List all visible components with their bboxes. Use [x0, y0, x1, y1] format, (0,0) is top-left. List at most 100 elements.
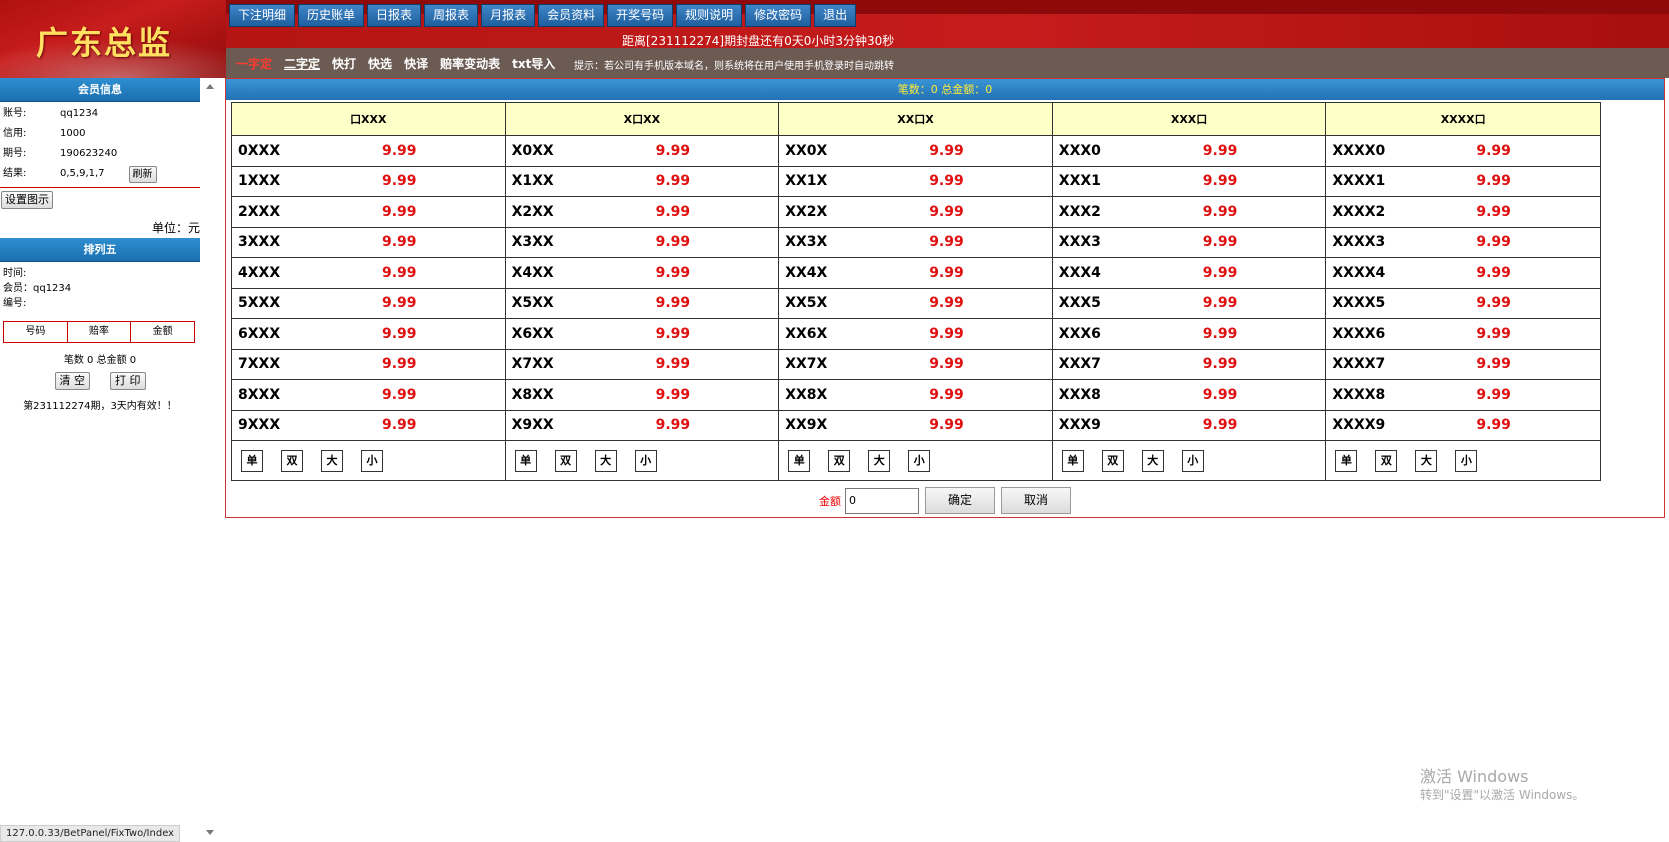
- nav-bet-details[interactable]: 下注明细: [229, 4, 296, 27]
- odds-row[interactable]: XXX9 9.99: [1052, 411, 1326, 441]
- odds-row[interactable]: 4XXX 9.99: [232, 258, 505, 289]
- nav-change-password[interactable]: 修改密码: [745, 4, 812, 27]
- nav-weekly-report[interactable]: 周报表: [424, 4, 479, 27]
- odds-row[interactable]: X3XX 9.99: [505, 228, 779, 258]
- nav-monthly-report[interactable]: 月报表: [481, 4, 536, 27]
- odds-row[interactable]: XXXX0 9.99: [1326, 136, 1600, 167]
- odds-row[interactable]: XX8X 9.99: [779, 380, 1052, 411]
- odds-row[interactable]: X2XX 9.99: [505, 197, 779, 228]
- bet-number: XXX6: [1058, 325, 1101, 342]
- quick-odd-button[interactable]: 单: [788, 450, 811, 472]
- odds-row[interactable]: XXXX8 9.99: [1326, 380, 1600, 411]
- quick-big-button[interactable]: 大: [868, 450, 891, 472]
- odds-row[interactable]: XX1X 9.99: [779, 167, 1052, 197]
- quick-even-button[interactable]: 双: [281, 450, 303, 472]
- nav-history[interactable]: 历史账单: [298, 4, 365, 27]
- subnav-txt-import[interactable]: txt导入: [512, 55, 555, 72]
- odds-row[interactable]: XXX7 9.99: [1052, 350, 1326, 380]
- odds-row[interactable]: X4XX 9.99: [505, 258, 779, 289]
- quick-big-button[interactable]: 大: [1141, 450, 1164, 472]
- confirm-button[interactable]: 确定: [925, 487, 995, 514]
- odds-row[interactable]: X8XX 9.99: [505, 380, 779, 411]
- quick-odd-button[interactable]: 单: [241, 450, 263, 472]
- quick-small-button[interactable]: 小: [361, 450, 383, 472]
- odds-row[interactable]: XXXX2 9.99: [1326, 197, 1600, 228]
- odds-value: 9.99: [655, 203, 691, 220]
- subnav-two-digit[interactable]: 二字定: [284, 55, 320, 72]
- odds-row[interactable]: X7XX 9.99: [505, 350, 779, 380]
- nav-logout[interactable]: 退出: [814, 4, 857, 27]
- odds-row[interactable]: 6XXX 9.99: [232, 319, 505, 350]
- subnav-quick-translate[interactable]: 快译: [404, 55, 428, 72]
- odds-row[interactable]: 3XXX 9.99: [232, 228, 505, 258]
- odds-row[interactable]: XXXX4 9.99: [1326, 258, 1600, 289]
- odds-row[interactable]: XXXX3 9.99: [1326, 228, 1600, 258]
- quick-big-button[interactable]: 大: [1415, 450, 1438, 472]
- odds-row[interactable]: XX5X 9.99: [779, 289, 1052, 319]
- subnav-one-digit[interactable]: 一字定: [236, 55, 272, 72]
- odds-row[interactable]: XXX4 9.99: [1052, 258, 1326, 289]
- scroll-down-icon[interactable]: [206, 830, 214, 835]
- odds-row[interactable]: XX6X 9.99: [779, 319, 1052, 350]
- odds-row[interactable]: X9XX 9.99: [505, 411, 779, 441]
- quick-odd-button[interactable]: 单: [1061, 450, 1084, 472]
- odds-row[interactable]: 2XXX 9.99: [232, 197, 505, 228]
- subnav-quick-play[interactable]: 快打: [332, 55, 356, 72]
- print-button[interactable]: 打 印: [110, 372, 146, 390]
- quick-even-button[interactable]: 双: [1375, 450, 1398, 472]
- odds-row[interactable]: 5XXX 9.99: [232, 289, 505, 319]
- clear-button[interactable]: 清 空: [54, 372, 90, 390]
- quick-even-button[interactable]: 双: [828, 450, 851, 472]
- odds-row[interactable]: 0XXX 9.99: [232, 136, 505, 167]
- quick-odd-button[interactable]: 单: [1335, 450, 1358, 472]
- quick-even-button[interactable]: 双: [554, 450, 577, 472]
- odds-row[interactable]: XXX3 9.99: [1052, 228, 1326, 258]
- nav-draw-numbers[interactable]: 开奖号码: [607, 4, 674, 27]
- quick-small-button[interactable]: 小: [634, 450, 657, 472]
- left-scrollbar[interactable]: [203, 78, 217, 842]
- odds-row[interactable]: XXXX6 9.99: [1326, 319, 1600, 350]
- odds-row[interactable]: XXX0 9.99: [1052, 136, 1326, 167]
- odds-row[interactable]: XX4X 9.99: [779, 258, 1052, 289]
- odds-row[interactable]: XXXX1 9.99: [1326, 167, 1600, 197]
- quick-small-button[interactable]: 小: [908, 450, 931, 472]
- odds-row[interactable]: X0XX 9.99: [505, 136, 779, 167]
- nav-rules[interactable]: 规则说明: [676, 4, 743, 27]
- subnav-quick-select[interactable]: 快选: [368, 55, 392, 72]
- odds-row[interactable]: XX0X 9.99: [779, 136, 1052, 167]
- odds-row[interactable]: XXXX7 9.99: [1326, 350, 1600, 380]
- odds-row[interactable]: 7XXX 9.99: [232, 350, 505, 380]
- odds-row[interactable]: 9XXX 9.99: [232, 411, 505, 441]
- odds-row[interactable]: XXXX9 9.99: [1326, 411, 1600, 441]
- odds-value: 9.99: [382, 234, 417, 251]
- odds-row[interactable]: XXX8 9.99: [1052, 380, 1326, 411]
- amount-input[interactable]: [845, 487, 919, 514]
- odds-row[interactable]: XXX6 9.99: [1052, 319, 1326, 350]
- quick-even-button[interactable]: 双: [1101, 450, 1124, 472]
- quick-small-button[interactable]: 小: [1455, 450, 1478, 472]
- set-display-button[interactable]: 设置图示: [1, 191, 53, 209]
- refresh-button[interactable]: 刷新: [128, 166, 157, 183]
- scroll-up-icon[interactable]: [206, 84, 214, 89]
- odds-row[interactable]: XX3X 9.99: [779, 228, 1052, 258]
- odds-row[interactable]: XXXX5 9.99: [1326, 289, 1600, 319]
- odds-row[interactable]: XX7X 9.99: [779, 350, 1052, 380]
- quick-big-button[interactable]: 大: [594, 450, 617, 472]
- odds-row[interactable]: X1XX 9.99: [505, 167, 779, 197]
- subnav-odds-changes[interactable]: 赔率变动表: [440, 55, 500, 72]
- odds-row[interactable]: X6XX 9.99: [505, 319, 779, 350]
- odds-row[interactable]: X5XX 9.99: [505, 289, 779, 319]
- odds-row[interactable]: XXX1 9.99: [1052, 167, 1326, 197]
- odds-row[interactable]: XX2X 9.99: [779, 197, 1052, 228]
- nav-daily-report[interactable]: 日报表: [367, 4, 422, 27]
- quick-small-button[interactable]: 小: [1181, 450, 1204, 472]
- odds-row[interactable]: XX9X 9.99: [779, 411, 1052, 441]
- odds-row[interactable]: 8XXX 9.99: [232, 380, 505, 411]
- quick-big-button[interactable]: 大: [321, 450, 343, 472]
- nav-member-info[interactable]: 会员资料: [538, 4, 605, 27]
- odds-row[interactable]: 1XXX 9.99: [232, 167, 505, 197]
- odds-row[interactable]: XXX5 9.99: [1052, 289, 1326, 319]
- odds-row[interactable]: XXX2 9.99: [1052, 197, 1326, 228]
- cancel-button[interactable]: 取消: [1001, 487, 1071, 514]
- quick-odd-button[interactable]: 单: [514, 450, 537, 472]
